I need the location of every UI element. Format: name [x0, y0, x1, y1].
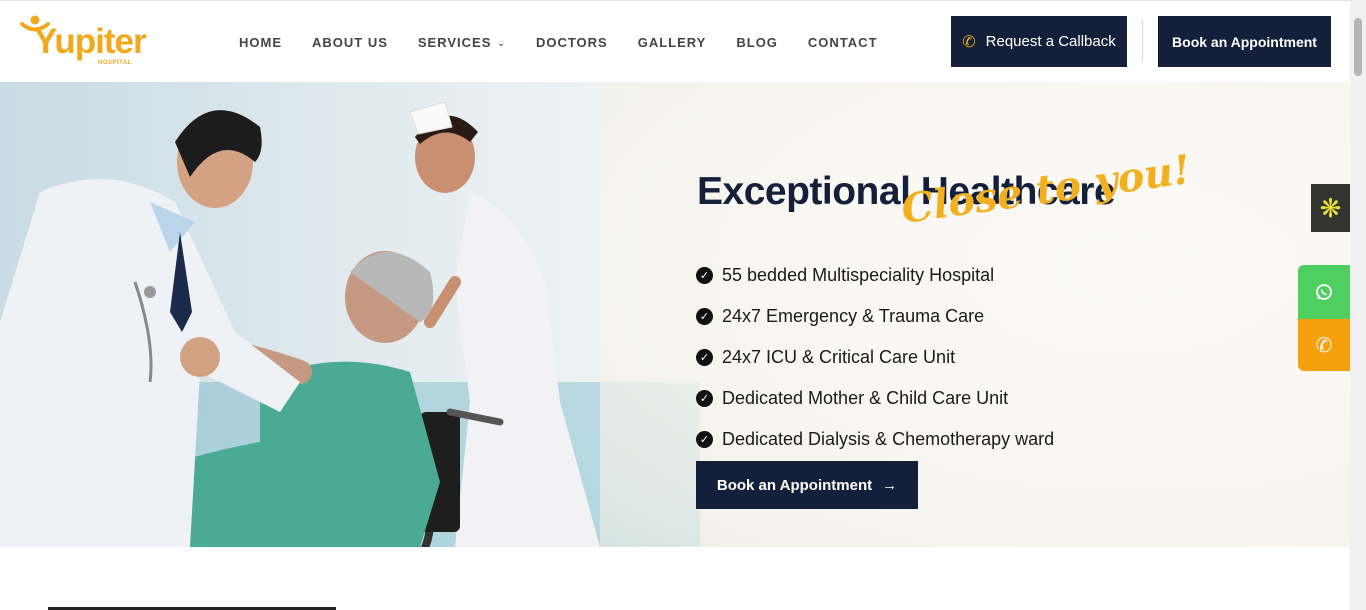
- hero-image-doctor-patient-nurse: [0, 101, 600, 547]
- check-circle-icon: ✓: [696, 349, 713, 366]
- nav-home[interactable]: HOME: [239, 35, 282, 51]
- feature-text: 24x7 ICU & Critical Care Unit: [722, 347, 956, 367]
- phone-icon: ✆: [962, 33, 976, 51]
- request-callback-label: Request a Callback: [985, 33, 1116, 50]
- feature-text: Dedicated Mother & Child Care Unit: [722, 388, 1009, 408]
- feature-item: ✓ Dedicated Mother & Child Care Unit: [696, 378, 1054, 419]
- logo[interactable]: Yupiter HOSPITAL: [20, 15, 147, 71]
- nav-services[interactable]: SERVICES ⌄: [418, 35, 506, 51]
- nav-blog[interactable]: BLOG: [736, 35, 778, 51]
- feature-text: 55 bedded Multispeciality Hospital: [722, 265, 995, 285]
- header-divider: [1142, 19, 1143, 62]
- scrollbar-thumb[interactable]: [1354, 18, 1362, 76]
- logo-text: Yupiter: [34, 22, 147, 61]
- feature-item: ✓ 24x7 Emergency & Trauma Care: [696, 296, 1054, 337]
- nav-contact[interactable]: CONTACT: [808, 35, 878, 51]
- site-header: Yupiter HOSPITAL HOME ABOUT US SERVICES ⌄…: [0, 0, 1350, 82]
- feature-item: ✓ 24x7 ICU & Critical Care Unit: [696, 337, 1054, 378]
- main-nav: HOME ABOUT US SERVICES ⌄ DOCTORS GALLERY …: [239, 35, 908, 51]
- chevron-down-icon: ⌄: [497, 38, 506, 48]
- arrow-right-icon: →: [882, 476, 898, 494]
- asterisk-icon: ❋: [1319, 192, 1342, 223]
- feature-text: 24x7 Emergency & Trauma Care: [722, 306, 985, 326]
- hero-feature-list: ✓ 55 bedded Multispeciality Hospital ✓ 24x…: [696, 255, 1054, 460]
- nav-services-label: SERVICES: [417, 35, 492, 50]
- hero-banner: Exceptional Healthcare Close to you! ✓ 55…: [0, 82, 1350, 547]
- phone-icon: ✆: [1315, 334, 1333, 357]
- page: Yupiter HOSPITAL HOME ABOUT US SERVICES ⌄…: [0, 0, 1366, 610]
- check-circle-icon: ✓: [696, 431, 713, 448]
- book-appointment-header-button[interactable]: Book an Appointment: [1158, 16, 1331, 67]
- book-appointment-hero-label: Book an Appointment: [716, 476, 873, 494]
- request-callback-button[interactable]: ✆ Request a Callback: [951, 16, 1127, 67]
- nav-gallery[interactable]: GALLERY: [638, 35, 707, 51]
- nav-about-us[interactable]: ABOUT US: [312, 35, 388, 51]
- whatsapp-icon: [1316, 284, 1332, 300]
- feature-text: Dedicated Dialysis & Chemotherapy ward: [722, 429, 1055, 449]
- book-appointment-hero-button[interactable]: Book an Appointment →: [696, 461, 918, 509]
- nav-doctors[interactable]: DOCTORS: [536, 35, 608, 51]
- page-scrollbar[interactable]: [1350, 0, 1366, 610]
- call-button[interactable]: ✆: [1298, 319, 1350, 371]
- side-widget-button[interactable]: ❋: [1311, 184, 1350, 232]
- check-circle-icon: ✓: [696, 267, 713, 284]
- book-appointment-header-label: Book an Appointment: [1172, 33, 1317, 50]
- check-circle-icon: ✓: [696, 390, 713, 407]
- check-circle-icon: ✓: [696, 308, 713, 325]
- whatsapp-button[interactable]: [1298, 265, 1350, 319]
- feature-item: ✓ Dedicated Dialysis & Chemotherapy ward: [696, 419, 1054, 460]
- logo-subtitle: HOSPITAL: [98, 60, 132, 66]
- feature-item: ✓ 55 bedded Multispeciality Hospital: [696, 255, 1054, 296]
